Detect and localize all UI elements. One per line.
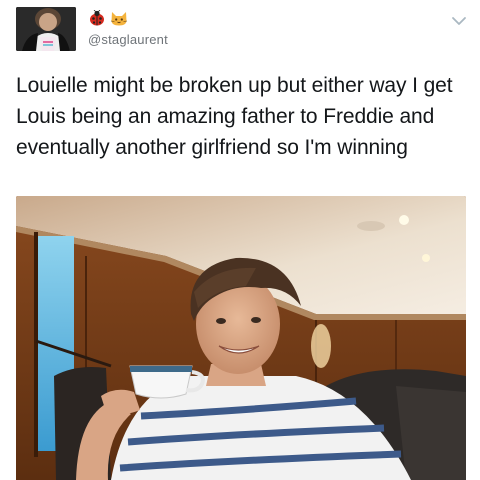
avatar[interactable] — [16, 7, 76, 51]
tweet-header: @staglaurent — [0, 0, 480, 60]
lady-beetle-icon — [88, 9, 106, 31]
chevron-down-icon[interactable] — [450, 14, 468, 28]
photo-image — [16, 196, 466, 480]
user-names: @staglaurent — [88, 9, 168, 47]
avatar-image — [16, 7, 76, 51]
cat-face-icon — [110, 10, 128, 31]
user-handle[interactable]: @staglaurent — [88, 32, 168, 47]
display-name-emoji[interactable] — [88, 9, 168, 31]
tweet-text: Louielle might be broken up but either w… — [16, 74, 453, 159]
tweet-photo[interactable] — [16, 196, 466, 480]
